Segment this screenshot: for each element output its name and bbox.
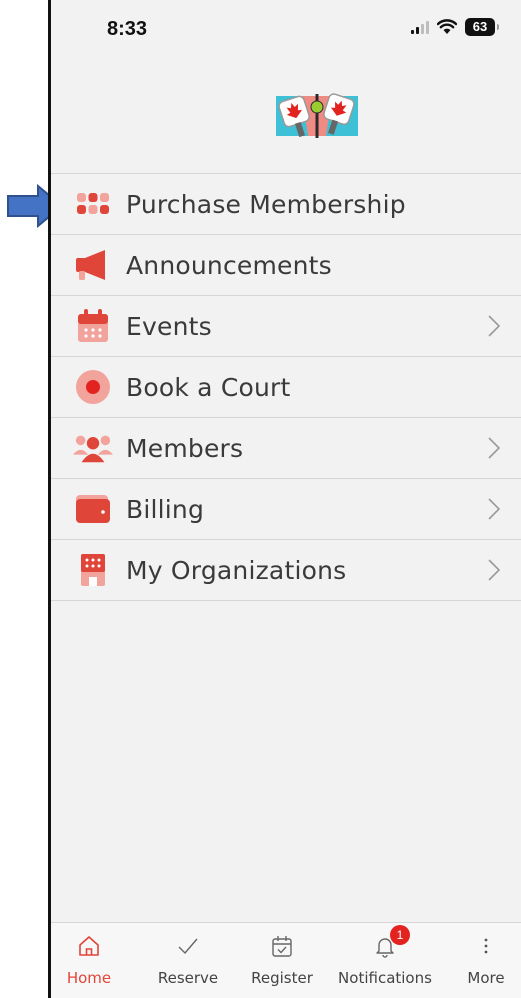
phone-screen: 8:33 63 Purchase Membership Announcement… xyxy=(48,0,521,998)
bottom-tab-bar: Home Reserve Register 1 Notifications Mo… xyxy=(51,922,521,998)
chevron-right-icon xyxy=(488,315,501,337)
menu-item-announcements[interactable]: Announcements xyxy=(51,235,521,296)
menu-item-label: Members xyxy=(126,433,244,463)
status-time: 8:33 xyxy=(107,18,148,40)
checkmark-icon xyxy=(173,931,203,961)
wifi-icon xyxy=(437,19,457,34)
tab-label: Reserve xyxy=(157,969,219,987)
tab-label: Home xyxy=(66,969,112,987)
calendar-icon xyxy=(73,306,113,346)
menu-item-billing[interactable]: Billing xyxy=(51,479,521,540)
menu-item-label: Announcements xyxy=(126,250,332,280)
battery-icon: 63 xyxy=(465,18,499,36)
menu-item-label: My Organizations xyxy=(126,555,347,585)
club-logo-icon xyxy=(276,93,358,138)
calendar-check-icon xyxy=(267,931,297,961)
tab-home[interactable]: Home xyxy=(61,931,117,995)
tab-label: More xyxy=(467,969,505,987)
notification-badge: 1 xyxy=(390,925,410,945)
building-icon xyxy=(73,550,113,590)
signal-icon xyxy=(411,20,429,34)
menu-item-book-a-court[interactable]: Book a Court xyxy=(51,357,521,418)
tab-reserve[interactable]: Reserve xyxy=(149,931,227,995)
menu-item-label: Book a Court xyxy=(126,372,291,402)
people-icon xyxy=(73,428,113,468)
chevron-right-icon xyxy=(488,437,501,459)
tab-notifications[interactable]: 1 Notifications xyxy=(325,925,445,995)
menu-item-members[interactable]: Members xyxy=(51,418,521,479)
tab-register[interactable]: Register xyxy=(243,931,321,995)
menu-item-events[interactable]: Events xyxy=(51,296,521,357)
menu-item-my-organizations[interactable]: My Organizations xyxy=(51,540,521,601)
tab-label: Notifications xyxy=(338,969,432,987)
grid-dots-icon xyxy=(73,184,113,224)
bell-icon: 1 xyxy=(370,925,410,961)
chevron-right-icon xyxy=(488,559,501,581)
screenshot-stage: 8:33 63 Purchase Membership Announcement… xyxy=(0,0,521,998)
menu-item-label: Purchase Membership xyxy=(126,189,406,219)
main-menu: Purchase Membership Announcements Events… xyxy=(51,173,521,601)
status-icons: 63 xyxy=(411,18,499,36)
more-vertical-icon xyxy=(471,931,501,961)
tab-more[interactable]: More xyxy=(459,931,513,995)
chevron-right-icon xyxy=(488,498,501,520)
circle-target-icon xyxy=(73,367,113,407)
tab-label: Register xyxy=(251,969,313,987)
menu-item-label: Events xyxy=(126,311,212,341)
status-bar: 8:33 63 xyxy=(51,0,521,60)
megaphone-icon xyxy=(73,245,113,285)
menu-item-label: Billing xyxy=(126,494,205,524)
home-icon xyxy=(74,931,104,961)
menu-item-purchase-membership[interactable]: Purchase Membership xyxy=(51,174,521,235)
wallet-icon xyxy=(73,489,113,529)
